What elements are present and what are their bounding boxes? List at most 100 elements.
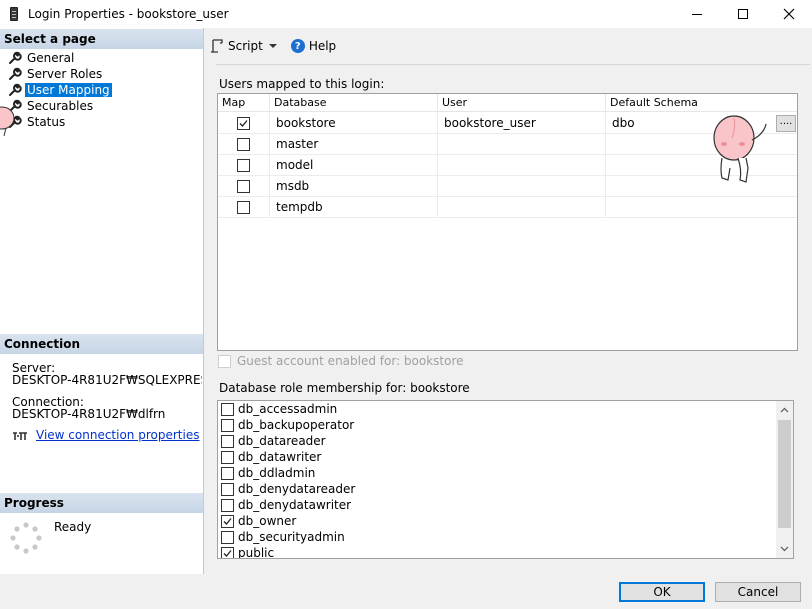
toolbar-divider — [216, 64, 810, 65]
role-checkbox[interactable] — [221, 498, 234, 512]
list-item[interactable]: db_backupoperator — [221, 417, 354, 433]
map-cell — [218, 134, 270, 155]
schema-cell[interactable] — [606, 155, 797, 176]
map-checkbox[interactable] — [237, 180, 250, 193]
close-icon — [783, 8, 795, 20]
page-item-server-roles[interactable]: Server Roles — [8, 66, 104, 82]
select-page-header: Select a page — [0, 29, 203, 49]
minimize-icon — [692, 13, 702, 15]
column-header-user[interactable]: User — [438, 94, 606, 112]
page-item-securables[interactable]: Securables — [8, 98, 95, 114]
guest-account-checkbox[interactable] — [218, 354, 231, 368]
role-checkbox[interactable] — [221, 418, 234, 432]
close-button[interactable] — [766, 0, 812, 28]
chevron-down-icon[interactable] — [780, 544, 789, 553]
checkmark-icon — [223, 517, 232, 525]
role-label: public — [238, 546, 275, 559]
database-cell[interactable]: bookstore — [270, 113, 438, 134]
list-item[interactable]: db_ddladmin — [221, 465, 315, 481]
browse-schema-button[interactable]: .... — [776, 115, 796, 132]
progress-status: Ready — [54, 520, 92, 534]
role-checkbox[interactable] — [221, 434, 234, 448]
role-label: db_denydatawriter — [238, 498, 352, 512]
schema-cell[interactable] — [606, 197, 797, 218]
minimize-button[interactable] — [674, 0, 720, 28]
ok-button[interactable]: OK — [619, 582, 705, 602]
list-item[interactable]: db_accessadmin — [221, 401, 337, 417]
scrollbar-thumb[interactable] — [778, 420, 791, 528]
page-item-label: Securables — [27, 99, 94, 113]
vertical-scrollbar[interactable] — [776, 401, 793, 558]
progress-header: Progress — [0, 493, 203, 513]
view-connection-properties-link[interactable]: View connection properties — [36, 428, 199, 442]
map-cell — [218, 113, 270, 134]
maximize-button[interactable] — [720, 0, 766, 28]
page-item-status[interactable]: Status — [8, 114, 67, 130]
role-checkbox[interactable] — [221, 482, 234, 496]
map-checkbox[interactable] — [237, 201, 250, 214]
role-label: db_owner — [238, 514, 297, 528]
schema-cell[interactable] — [606, 176, 797, 197]
user-cell[interactable]: bookstore_user — [438, 113, 606, 134]
page-item-label: Server Roles — [27, 67, 103, 81]
role-label: db_backupoperator — [238, 418, 355, 432]
list-item[interactable]: db_securityadmin — [221, 529, 345, 545]
user-cell[interactable] — [438, 155, 606, 176]
script-label: Script — [228, 39, 263, 53]
page-item-user-mapping[interactable]: User Mapping — [8, 82, 112, 98]
role-label: db_ddladmin — [238, 466, 316, 480]
list-item[interactable]: db_datareader — [221, 433, 326, 449]
chevron-up-icon[interactable] — [780, 406, 789, 415]
role-checkbox[interactable] — [221, 530, 234, 544]
help-label: Help — [308, 39, 337, 53]
map-cell — [218, 155, 270, 176]
connection-properties-icon — [13, 432, 27, 440]
cancel-button[interactable]: Cancel — [715, 582, 801, 602]
role-label: db_datareader — [238, 434, 326, 448]
map-cell — [218, 197, 270, 218]
role-checkbox[interactable] — [221, 466, 234, 480]
database-cell[interactable]: tempdb — [270, 197, 438, 218]
app-icon — [10, 7, 18, 21]
list-item[interactable]: db_datawriter — [221, 449, 321, 465]
list-item[interactable]: public — [221, 545, 275, 559]
role-checkbox[interactable] — [221, 402, 234, 416]
page-item-general[interactable]: General — [8, 50, 76, 66]
list-item[interactable]: db_denydatareader — [221, 481, 355, 497]
wrench-icon — [9, 51, 22, 64]
map-checkbox[interactable] — [237, 138, 250, 151]
user-cell[interactable] — [438, 176, 606, 197]
script-button[interactable]: Script — [210, 39, 277, 53]
users-mapped-caption: Users mapped to this login: — [219, 77, 385, 91]
help-icon: ? — [290, 39, 305, 53]
database-cell[interactable]: msdb — [270, 176, 438, 197]
peach-mascot-icon — [713, 115, 767, 183]
connection-header: Connection — [0, 334, 203, 354]
help-button[interactable]: ? Help — [287, 39, 336, 53]
schema-cell[interactable] — [606, 134, 797, 155]
toolbar: Script ? Help — [210, 36, 346, 56]
role-label: db_denydatareader — [238, 482, 356, 496]
role-checkbox[interactable] — [221, 514, 234, 528]
checkmark-icon — [239, 120, 248, 127]
role-checkbox[interactable] — [221, 450, 234, 464]
title-bar: Login Properties - bookstore_user — [0, 0, 812, 28]
database-cell[interactable]: master — [270, 134, 438, 155]
window-title: Login Properties - bookstore_user — [28, 7, 229, 21]
page-item-label: General — [27, 51, 75, 65]
table-row[interactable]: tempdb — [218, 197, 797, 218]
database-cell[interactable]: model — [270, 155, 438, 176]
role-checkbox[interactable] — [221, 546, 234, 558]
user-cell[interactable] — [438, 134, 606, 155]
map-checkbox[interactable] — [237, 117, 250, 130]
checkmark-icon — [223, 549, 232, 557]
user-cell[interactable] — [438, 197, 606, 218]
role-membership-list: db_accessadmin db_backupoperator db_data… — [217, 400, 794, 559]
list-item[interactable]: db_denydatawriter — [221, 497, 351, 513]
column-header-default-schema[interactable]: Default Schema — [606, 94, 797, 112]
column-header-map[interactable]: Map — [218, 94, 270, 112]
list-item[interactable]: db_owner — [221, 513, 296, 529]
map-checkbox[interactable] — [237, 159, 250, 172]
column-header-database[interactable]: Database — [270, 94, 438, 112]
schema-cell[interactable]: dbo — [606, 113, 797, 134]
